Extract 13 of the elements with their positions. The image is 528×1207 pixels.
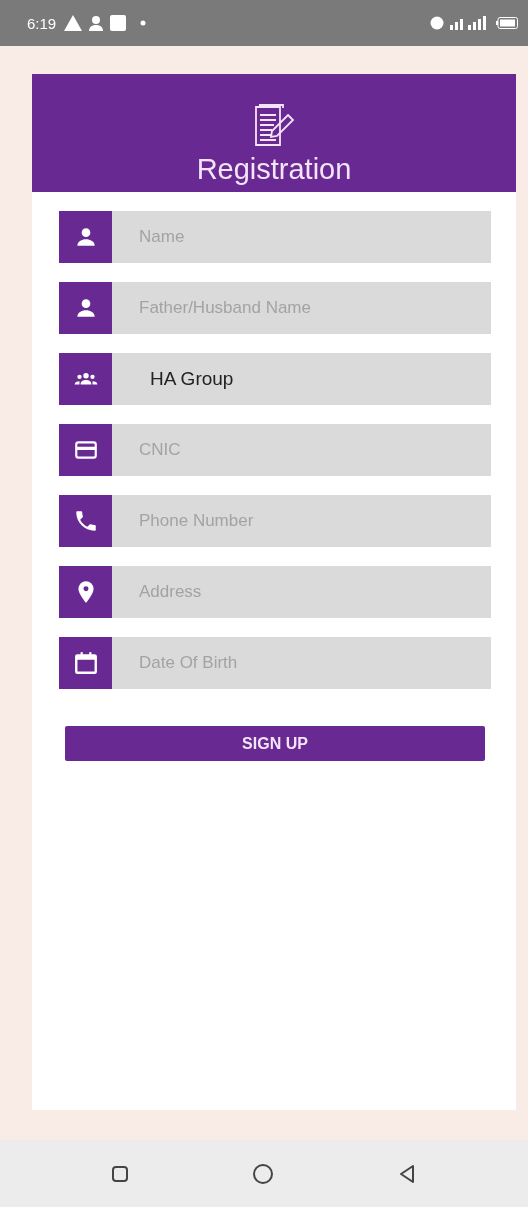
- dot-icon: [140, 20, 147, 26]
- status-time: 6:19: [27, 14, 57, 32]
- battery-icon: [496, 17, 518, 29]
- input-field[interactable]: HA Group: [112, 353, 491, 405]
- sign-up-button[interactable]: SIGN UP: [65, 726, 485, 761]
- warning-icon: [64, 15, 83, 31]
- alarm-icon: [430, 16, 444, 30]
- calendar-icon: [72, 650, 99, 676]
- square-app-icon: [110, 15, 127, 31]
- header-title: Registration: [196, 153, 352, 186]
- person-icon: [88, 15, 105, 31]
- recent-apps-icon[interactable]: [111, 1164, 130, 1183]
- home-icon[interactable]: [252, 1162, 274, 1185]
